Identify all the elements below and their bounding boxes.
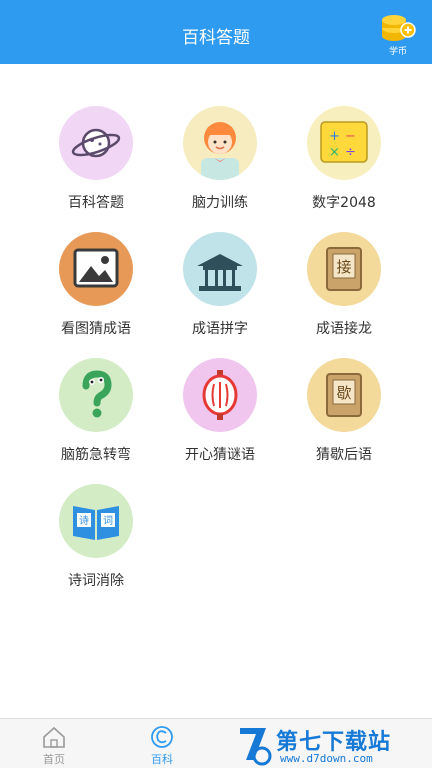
svg-text:歇: 歇 — [336, 384, 351, 402]
question-mark-icon — [59, 358, 133, 432]
tile-label: 脑筋急转弯 — [61, 447, 131, 463]
tile-poem-clear[interactable]: 诗 词 诗词消除 — [34, 478, 158, 589]
tab-label: 首页 — [43, 753, 65, 766]
site-watermark: 第七下载站 www.d7down.com — [232, 720, 432, 768]
copyright-icon — [151, 726, 173, 748]
tab-label: 百科 — [151, 753, 173, 766]
svg-text:接: 接 — [336, 258, 351, 276]
top-bar: 百科答题 学币 — [0, 0, 432, 64]
svg-text:−: − — [345, 129, 356, 144]
pavilion-icon — [183, 232, 257, 306]
picture-frame-icon — [59, 232, 133, 306]
book-jie-icon: 接 — [307, 232, 381, 306]
tile-baike[interactable]: 百科答题 — [34, 100, 158, 211]
tile-picture-idiom[interactable]: 看图猜成语 — [34, 226, 158, 337]
tab-baike[interactable]: 百科 — [132, 723, 192, 767]
tile-label: 看图猜成语 — [61, 321, 131, 337]
watermark-logo-icon — [240, 728, 272, 766]
book-xie-icon: 歇 — [307, 358, 381, 432]
tile-label: 诗词消除 — [68, 573, 124, 589]
tile-brain-teaser[interactable]: 脑筋急转弯 — [34, 352, 158, 463]
tile-riddles[interactable]: 开心猜谜语 — [158, 352, 282, 463]
tile-label: 百科答题 — [68, 195, 124, 211]
home-icon — [43, 726, 65, 748]
tile-label: 成语接龙 — [316, 321, 372, 337]
tile-idiom-chain[interactable]: 接 成语接龙 — [282, 226, 406, 337]
tile-label: 猜歇后语 — [316, 447, 372, 463]
svg-text:诗: 诗 — [79, 514, 89, 527]
poem-book-icon: 诗 词 — [59, 484, 133, 558]
tile-idiom-spell[interactable]: 成语拼字 — [158, 226, 282, 337]
planet-icon — [59, 106, 133, 180]
svg-text:+: + — [329, 129, 340, 144]
tile-2048[interactable]: + − × ÷ 数字2048 — [282, 100, 406, 211]
coin-stack-icon — [382, 15, 416, 41]
tab-home[interactable]: 首页 — [24, 723, 84, 767]
tile-label: 脑力训练 — [192, 195, 248, 211]
tile-label: 数字2048 — [312, 195, 376, 211]
watermark-url: www.d7down.com — [280, 752, 373, 765]
lantern-icon — [183, 358, 257, 432]
coin-button[interactable]: 学币 — [378, 10, 418, 58]
page-title: 百科答题 — [182, 28, 250, 48]
tile-label: 成语拼字 — [192, 321, 248, 337]
tile-brain-training[interactable]: 脑力训练 — [158, 100, 282, 211]
svg-text:×: × — [329, 145, 340, 160]
coin-label: 学币 — [388, 47, 407, 57]
kid-avatar-icon — [183, 106, 257, 180]
tile-xiehouyu[interactable]: 歇 猜歇后语 — [282, 352, 406, 463]
svg-text:词: 词 — [103, 515, 113, 527]
tile-label: 开心猜谜语 — [185, 447, 255, 463]
math-board-icon: + − × ÷ — [307, 106, 381, 180]
svg-text:÷: ÷ — [345, 145, 356, 160]
